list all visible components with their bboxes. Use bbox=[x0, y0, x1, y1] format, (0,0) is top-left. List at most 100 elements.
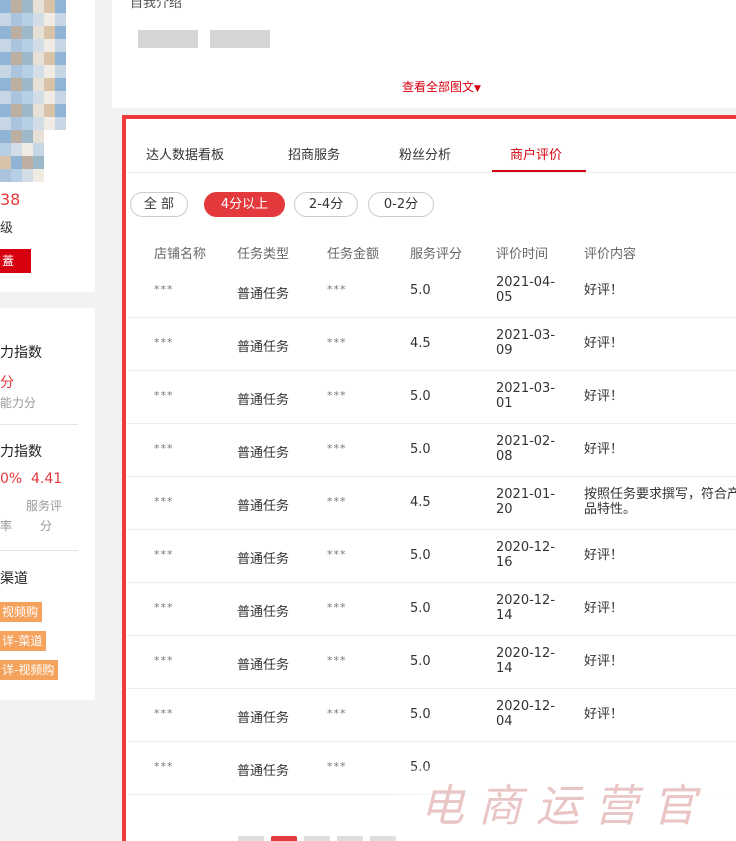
service-score-cell: 4.5 bbox=[410, 336, 431, 351]
table-row: *** 普通任务 *** 5.0 2021-03-01 好评！ bbox=[126, 371, 736, 424]
tab-bar: 达人数据看板 招商服务 粉丝分析 商户评价 bbox=[126, 119, 736, 173]
avatar-pixel bbox=[33, 13, 44, 26]
avatar-pixel bbox=[44, 65, 55, 78]
divider bbox=[0, 550, 78, 551]
review-content-cell: 好评！ bbox=[584, 283, 624, 298]
view-all-label: 查看全部图文 bbox=[402, 80, 475, 94]
task-type-cell: 普通任务 bbox=[237, 658, 290, 673]
service-score-cell: 5.0 bbox=[410, 548, 431, 563]
avatar-pixel bbox=[33, 169, 44, 182]
intro-title: 自我介绍 bbox=[130, 0, 183, 11]
filter-2to4[interactable]: 2-4分 bbox=[294, 192, 358, 217]
table-row: *** 普通任务 *** 5.0 2020-12-16 好评！ bbox=[126, 530, 736, 583]
review-date-cell: 2020-12-04 bbox=[496, 699, 556, 729]
avatar-pixel bbox=[55, 39, 66, 52]
shop-name-cell: *** bbox=[154, 389, 174, 402]
task-amount-cell: *** bbox=[327, 760, 347, 773]
avatar-pixel bbox=[22, 117, 33, 130]
task-type-cell: 普通任务 bbox=[237, 499, 290, 514]
task-type-cell: 普通任务 bbox=[237, 605, 290, 620]
intro-card: 自我介绍 查看全部图文▼ bbox=[112, 0, 736, 108]
view-all-link[interactable]: 查看全部图文▼ bbox=[402, 78, 481, 95]
avatar-pixel bbox=[11, 143, 22, 156]
pager-button[interactable] bbox=[337, 836, 363, 841]
service-score-cell: 5.0 bbox=[410, 601, 431, 616]
tab-data-board[interactable]: 达人数据看板 bbox=[146, 144, 224, 163]
index-card: 力指数 分 能力分 力指数 0% 4.41 服务评 率 分 渠道 视频购 详-菜… bbox=[0, 308, 95, 700]
table-row: *** 普通任务 *** 4.5 2021-01-20 按照任务要求撰写，符合产品特性。 bbox=[126, 477, 736, 530]
tab-merchant-service[interactable]: 招商服务 bbox=[288, 144, 340, 163]
service-score-cell: 5.0 bbox=[410, 389, 431, 404]
task-type-cell: 普通任务 bbox=[237, 446, 290, 461]
review-content-cell: 好评！ bbox=[584, 654, 624, 669]
avatar-pixel bbox=[0, 169, 11, 182]
avatar-pixel bbox=[44, 26, 55, 39]
shop-name-cell: *** bbox=[154, 601, 174, 614]
avatar-pixel bbox=[55, 52, 66, 65]
profile-number: 38 bbox=[0, 190, 21, 209]
review-date-cell: 2021-03-09 bbox=[496, 328, 556, 358]
service-score-cell: 5.0 bbox=[410, 442, 431, 457]
review-content-cell: 好评！ bbox=[584, 442, 624, 457]
pager-button[interactable] bbox=[238, 836, 264, 841]
avatar-pixel bbox=[11, 26, 22, 39]
review-content-cell: 按照任务要求撰写，符合产品特性。 bbox=[584, 487, 736, 517]
avatar-pixel bbox=[0, 65, 11, 78]
profile-level: 级 bbox=[0, 221, 14, 236]
task-type-cell: 普通任务 bbox=[237, 393, 290, 408]
avatar-pixel bbox=[11, 169, 22, 182]
avatar-pixel bbox=[0, 52, 11, 65]
avatar-pixel bbox=[11, 78, 22, 91]
avatar-pixel bbox=[22, 143, 33, 156]
pager-button-active[interactable] bbox=[271, 836, 297, 841]
tab-merchant-review[interactable]: 商户评价 bbox=[510, 144, 562, 163]
review-content-cell: 好评！ bbox=[584, 336, 624, 351]
avatar-pixel bbox=[55, 91, 66, 104]
task-amount-cell: *** bbox=[327, 601, 347, 614]
shop-name-cell: *** bbox=[154, 495, 174, 508]
avatar-pixel bbox=[33, 26, 44, 39]
review-date-cell: 2021-02-08 bbox=[496, 434, 556, 464]
avatar-pixel bbox=[44, 52, 55, 65]
service-score-cell: 5.0 bbox=[410, 707, 431, 722]
task-amount-cell: *** bbox=[327, 495, 347, 508]
task-type-cell: 普通任务 bbox=[237, 340, 290, 355]
index2-value: 4.41 bbox=[31, 471, 63, 487]
avatar-pixel bbox=[33, 78, 44, 91]
task-amount-cell: *** bbox=[327, 548, 347, 561]
avatar-pixel bbox=[33, 143, 44, 156]
avatar-pixel bbox=[55, 78, 66, 91]
avatar-pixel bbox=[44, 39, 55, 52]
avatar-pixel bbox=[33, 117, 44, 130]
filter-all[interactable]: 全 部 bbox=[130, 192, 188, 217]
tab-fan-analysis[interactable]: 粉丝分析 bbox=[399, 144, 451, 163]
avatar-pixel bbox=[0, 117, 11, 130]
avatar-pixel bbox=[44, 13, 55, 26]
profile-action-button[interactable]: 蓋 bbox=[0, 249, 31, 273]
review-date-cell: 2021-04-05 bbox=[496, 275, 556, 305]
service-score-cell: 4.5 bbox=[410, 495, 431, 510]
avatar-pixel bbox=[22, 169, 33, 182]
caret-down-icon: ▼ bbox=[474, 84, 481, 94]
avatar-pixel bbox=[55, 0, 66, 13]
avatar-pixel bbox=[33, 0, 44, 13]
shop-name-cell: *** bbox=[154, 654, 174, 667]
col-header: 评价内容 bbox=[584, 247, 637, 262]
avatar-pixel bbox=[44, 78, 55, 91]
index2-label-c: 分 bbox=[40, 519, 53, 533]
filter-4plus[interactable]: 4分以上 bbox=[204, 192, 285, 217]
col-header: 服务评分 bbox=[410, 247, 463, 262]
channel-tag: 视频购 bbox=[0, 602, 43, 622]
table-row: *** 普通任务 *** 4.5 2021-03-09 好评！ bbox=[126, 318, 736, 371]
index1-score: 分 bbox=[0, 375, 14, 391]
filter-0to2[interactable]: 0-2分 bbox=[368, 192, 434, 217]
table-row: *** 普通任务 *** 5.0 2020-12-14 好评！ bbox=[126, 583, 736, 636]
avatar-pixel bbox=[55, 104, 66, 117]
service-score-cell: 5.0 bbox=[410, 283, 431, 298]
avatar-pixel bbox=[33, 65, 44, 78]
pager-button[interactable] bbox=[304, 836, 330, 841]
avatar-pixel bbox=[22, 39, 33, 52]
avatar-pixel bbox=[11, 104, 22, 117]
avatar-pixel bbox=[0, 130, 11, 143]
avatar-pixel bbox=[11, 65, 22, 78]
